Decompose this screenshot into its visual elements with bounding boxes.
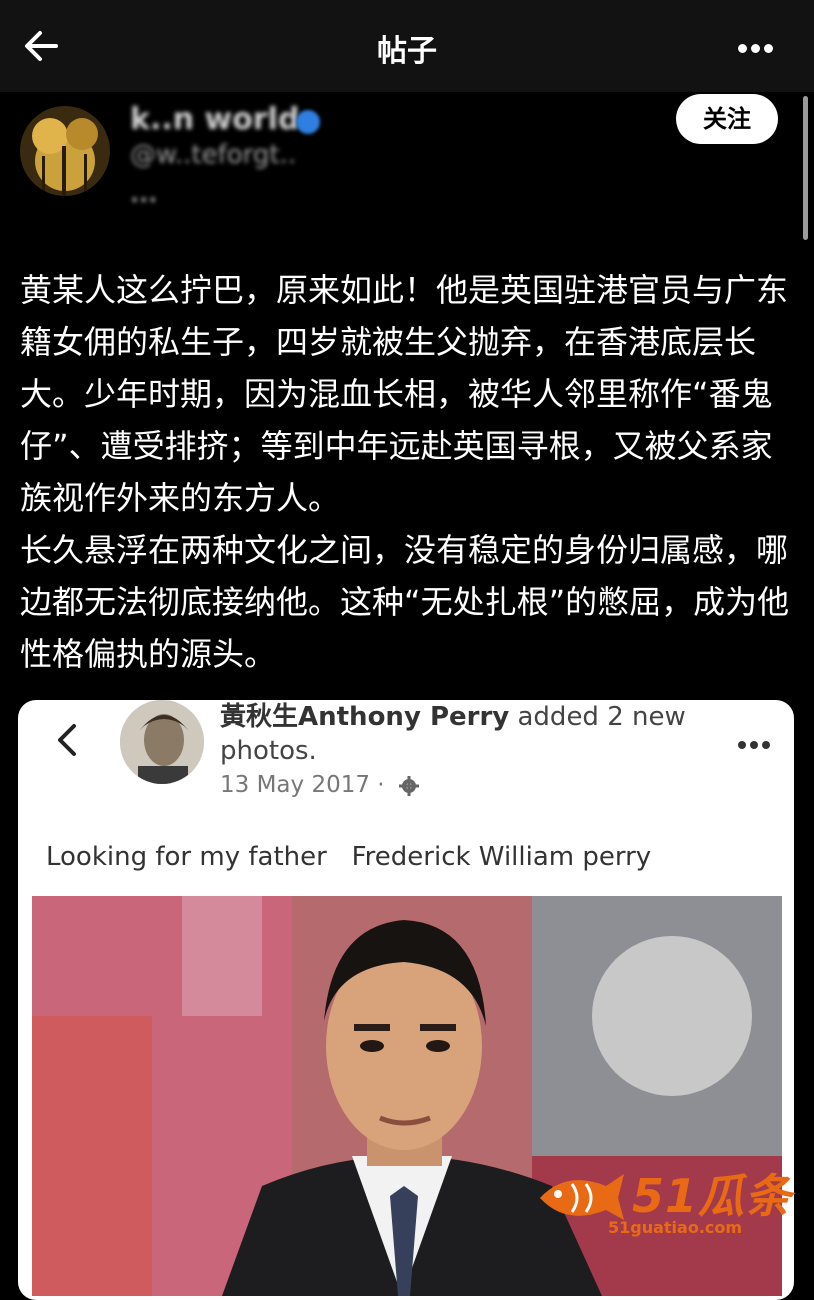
follow-button[interactable]: 关注 — [676, 94, 778, 144]
author-meta: ... — [130, 180, 158, 208]
post-paragraph: 长久悬浮在两种文化之间，没有稳定的身份归属感，哪边都无法彻底接纳他。这种“无处扎… — [20, 531, 790, 673]
embed-author-name: 黃秋生Anthony Perry — [220, 702, 510, 732]
top-bar: 帖子 — [0, 0, 814, 92]
scrollbar[interactable] — [803, 96, 808, 240]
fish-logo-icon — [540, 1174, 624, 1220]
author-handle: @w..teforgt.. — [130, 140, 297, 170]
author-name[interactable]: k..n world — [130, 102, 299, 137]
watermark-url: 51guatiao.com — [608, 1218, 743, 1237]
embed-date: 13 May 2017 · — [220, 772, 420, 798]
author-avatar[interactable] — [20, 106, 110, 196]
page-title: 帖子 — [377, 34, 437, 69]
more-horizontal-icon — [738, 44, 747, 53]
embed-back-icon — [52, 720, 82, 760]
embed-post-header: 黃秋生Anthony Perry added 2 new photos. — [220, 700, 720, 768]
post-paragraph: 黄某人这么拧巴，原来如此！他是英国驻港官员与广东籍女佣的私生子，四岁就被生父抛弃… — [20, 271, 789, 517]
embed-caption: Looking for my father Frederick William … — [46, 842, 652, 872]
embed-author-avatar — [120, 700, 204, 784]
gear-icon — [398, 775, 419, 796]
post-body: 黄某人这么拧巴，原来如此！他是英国驻港官员与广东籍女佣的私生子，四岁就被生父抛弃… — [20, 264, 800, 680]
embed-more-icon — [734, 734, 770, 753]
watermark-logo: 51瓜条 51guatiao.com — [536, 1160, 796, 1240]
verified-badge-icon — [296, 110, 320, 134]
watermark-brand: 51瓜条 — [632, 1169, 793, 1223]
more-button[interactable] — [738, 38, 780, 54]
